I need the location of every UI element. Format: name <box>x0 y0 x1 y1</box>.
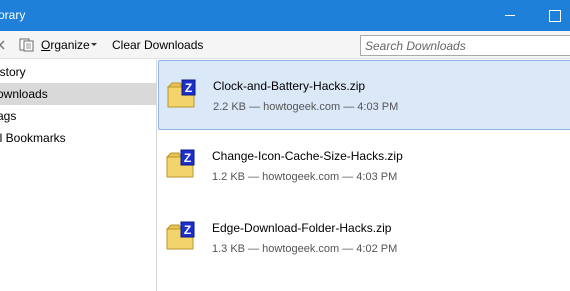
svg-text:Z: Z <box>185 81 192 95</box>
sidebar-item-history[interactable]: istory <box>0 61 157 83</box>
zip-folder-icon: Z <box>167 79 196 108</box>
download-item[interactable]: Z Change-Icon-Cache-Size-Hacks.zip 1.2 K… <box>158 131 570 201</box>
download-item[interactable]: Z Edge-Download-Folder-Hacks.zip 1.3 KB … <box>158 203 570 273</box>
download-filename: Edge-Download-Folder-Hacks.zip <box>212 221 392 235</box>
download-details: 2.2 KB — howtogeek.com — 4:03 PM <box>213 101 399 113</box>
download-details: 1.2 KB — howtogeek.com — 4:03 PM <box>212 171 398 183</box>
zip-folder-icon: Z <box>166 221 195 250</box>
sidebar-item-label: istory <box>0 65 26 79</box>
organize-accesskey: O <box>41 38 51 52</box>
toolbar: Organize Clear Downloads <box>0 31 570 59</box>
sidebar-item-label: ll Bookmarks <box>0 131 66 145</box>
window-title: orary <box>0 8 26 22</box>
maximize-button[interactable] <box>534 0 570 31</box>
download-details: 1.3 KB — howtogeek.com — 4:02 PM <box>212 243 398 255</box>
svg-text:Z: Z <box>184 223 191 237</box>
sidebar: istory ownloads ags ll Bookmarks <box>0 60 157 291</box>
download-filename: Change-Icon-Cache-Size-Hacks.zip <box>212 149 403 163</box>
sidebar-item-label: ags <box>0 109 17 123</box>
back-arrow-icon[interactable] <box>0 40 5 50</box>
download-filename: Clock-and-Battery-Hacks.zip <box>213 79 366 93</box>
download-item[interactable]: Z Clock-and-Battery-Hacks.zip 2.2 KB — h… <box>158 60 570 130</box>
sidebar-item-downloads[interactable]: ownloads <box>0 83 157 105</box>
zip-folder-icon: Z <box>166 149 195 178</box>
downloads-list: Z Clock-and-Battery-Hacks.zip 2.2 KB — h… <box>158 60 570 291</box>
organize-label: rganize <box>50 38 90 52</box>
window-controls <box>490 0 570 31</box>
sidebar-item-tags[interactable]: ags <box>0 105 157 127</box>
organize-icon[interactable] <box>19 38 35 52</box>
minimize-button[interactable] <box>490 0 530 31</box>
organize-button[interactable]: Organize <box>41 38 90 52</box>
title-bar: orary <box>0 0 570 31</box>
sidebar-item-all-bookmarks[interactable]: ll Bookmarks <box>0 127 157 149</box>
search-box[interactable] <box>360 35 570 56</box>
search-input[interactable] <box>361 36 570 55</box>
clear-downloads-button[interactable]: Clear Downloads <box>112 38 203 52</box>
svg-text:Z: Z <box>184 151 191 165</box>
sidebar-item-label: ownloads <box>0 87 48 101</box>
chevron-down-icon[interactable] <box>91 43 97 46</box>
